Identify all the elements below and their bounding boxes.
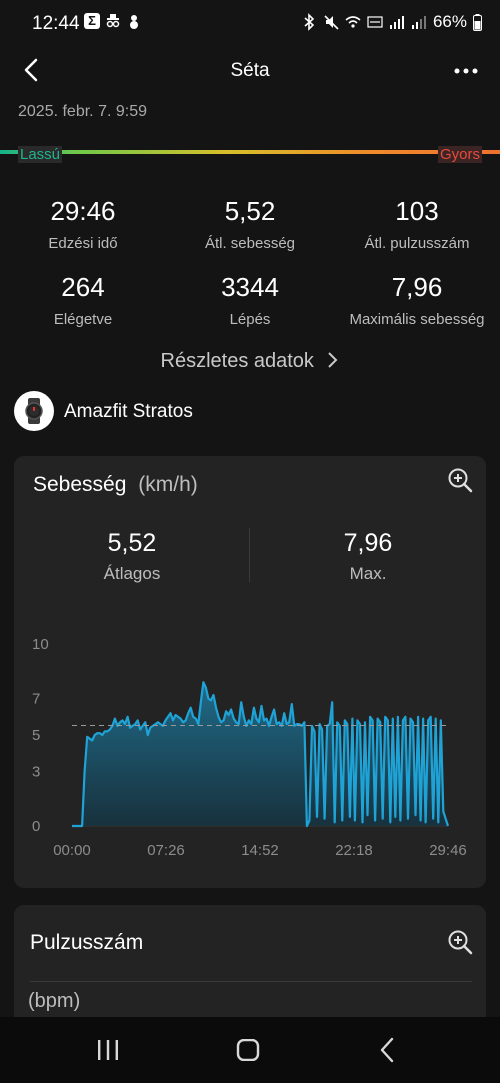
stat-calories: 264 Elégetve — [0, 272, 166, 328]
details-link-label: Részletes adatok — [160, 350, 314, 372]
zoom-in-icon[interactable] — [447, 467, 473, 493]
home-icon[interactable] — [236, 1039, 260, 1061]
metric-divider — [249, 528, 250, 582]
heart-rate-title: Pulzusszám — [30, 931, 144, 954]
stat-value: 7,96 — [391, 272, 443, 302]
back-nav-icon[interactable] — [378, 1037, 398, 1063]
device-name: Amazfit Stratos — [64, 401, 193, 422]
max-speed-label: Max. — [349, 564, 387, 583]
workout-date: 2025. febr. 7. 9:59 — [18, 103, 147, 120]
stat-value: 5,52 — [224, 196, 276, 226]
card-divider — [30, 981, 472, 982]
recent-apps-icon[interactable] — [96, 1039, 120, 1061]
status-bar: 12:44 Σ 66% — [0, 0, 500, 46]
y-tick-label: 3 — [32, 763, 40, 780]
slow-label: Lassú — [18, 146, 63, 163]
system-navigation-bar — [0, 1017, 500, 1083]
stat-label: Maximális sebesség — [349, 311, 485, 328]
status-time: 12:44 — [32, 13, 80, 34]
speed-gradient-bar — [0, 150, 500, 154]
stat-label: Átl. sebesség — [204, 235, 296, 252]
stat-value: 103 — [395, 196, 439, 226]
bluetooth-icon — [304, 13, 315, 31]
device-avatar — [14, 391, 54, 431]
stat-workout-time: 29:46 Edzési idő — [0, 196, 166, 252]
stat-max-speed: 7,96 Maximális sebesség — [334, 272, 500, 328]
y-tick-label: 10 — [32, 636, 49, 653]
heart-rate-card — [14, 905, 486, 1035]
stat-value: 3344 — [221, 272, 279, 302]
stat-value: 29:46 — [50, 196, 116, 226]
volte-icon — [367, 16, 383, 28]
notification-icons: Σ — [84, 12, 142, 30]
watch-icon — [25, 398, 43, 424]
wifi-icon — [345, 16, 361, 28]
battery-percent: 66% — [432, 12, 467, 31]
signal-icon — [389, 16, 404, 29]
incognito-icon — [106, 14, 120, 28]
y-tick-label: 0 — [32, 818, 40, 835]
x-tick-label: 29:46 — [429, 842, 467, 859]
x-tick-label: 14:52 — [241, 842, 279, 859]
stat-avg-heart-rate: 103 Átl. pulzusszám — [334, 196, 500, 252]
stat-label: Átl. pulzusszám — [364, 235, 470, 252]
stat-steps: 3344 Lépés — [167, 272, 333, 328]
battery-icon — [473, 13, 482, 31]
sigma-app-icon: Σ — [84, 13, 100, 29]
speed-unit: (km/h) — [138, 473, 198, 496]
mute-icon — [324, 15, 339, 30]
y-tick-label: 5 — [32, 727, 40, 744]
speed-card-title: Sebesség (km/h) — [33, 473, 198, 497]
x-tick-label: 07:26 — [147, 842, 185, 859]
system-status: 66% — [301, 12, 482, 32]
chevron-right-icon — [328, 352, 338, 368]
fast-label: Gyors — [437, 146, 482, 163]
stat-label: Lépés — [229, 311, 271, 328]
avg-speed-value: 5,52 — [107, 529, 157, 557]
details-link[interactable]: Részletes adatok — [0, 350, 500, 373]
max-speed-value: 7,96 — [343, 529, 393, 557]
signal-2-icon — [411, 16, 426, 29]
speed-chart: 0 3 5 7 10 00:00 07:26 14:52 22:18 29:46 — [32, 636, 467, 859]
stat-avg-speed: 5,52 Átl. sebesség — [167, 196, 333, 252]
stat-label: Edzési idő — [48, 235, 118, 252]
stat-label: Elégetve — [53, 311, 113, 328]
more-options-icon[interactable] — [448, 56, 484, 86]
stat-value: 264 — [61, 272, 105, 302]
page-title: Séta — [230, 60, 270, 81]
snowman-icon — [130, 15, 138, 29]
speed-title: Sebesség — [33, 473, 127, 496]
avg-speed-label: Átlagos — [103, 564, 161, 583]
heart-rate-unit: (bpm) — [28, 990, 81, 1012]
x-tick-label: 22:18 — [335, 842, 373, 859]
x-tick-label: 00:00 — [53, 842, 91, 859]
y-tick-label: 7 — [32, 691, 40, 708]
heart-rate-zoom-in-icon[interactable] — [447, 929, 473, 955]
